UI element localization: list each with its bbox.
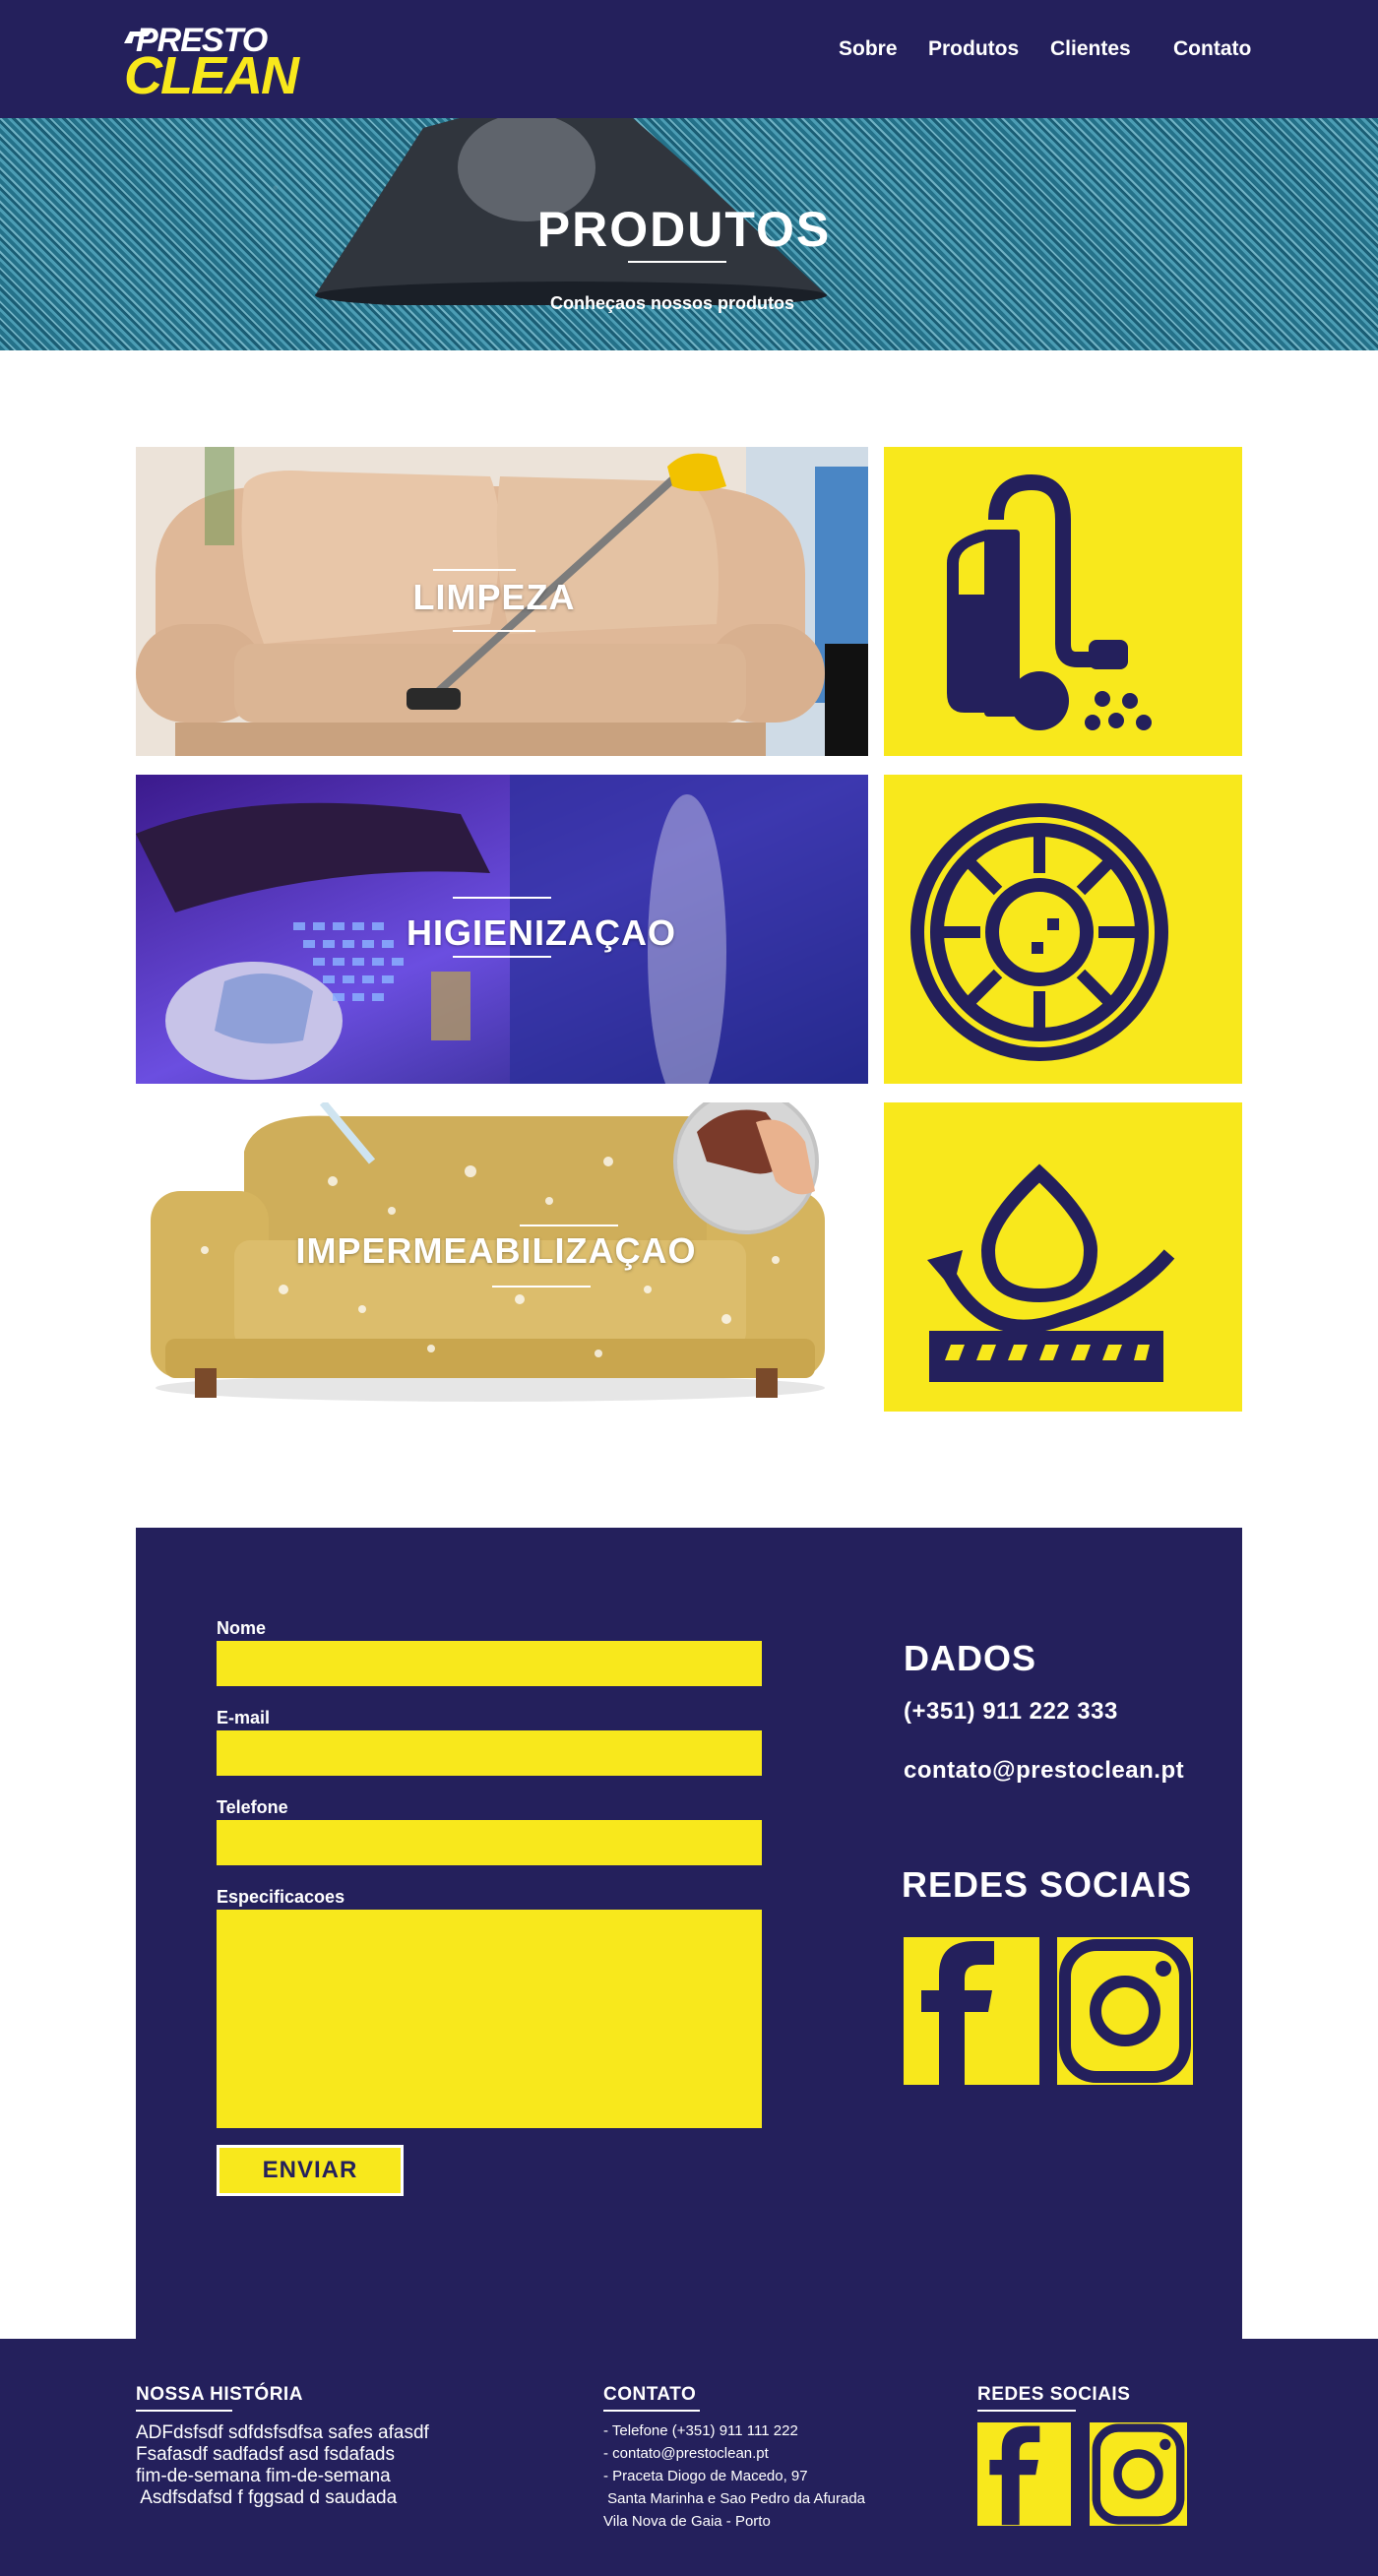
nav-item-contato[interactable]: Contato [1173,37,1251,61]
contact-section: Nome E-mail Telefone Especificacoes ENVI… [136,1528,1242,2339]
contact-line: Vila Nova de Gaia - Porto [603,2513,771,2530]
label-line-top [433,569,516,571]
label-line-bottom [453,630,535,632]
product-icon-box-limpeza[interactable] [884,447,1242,756]
contact-line[interactable]: - contato@prestoclean.pt [603,2442,865,2465]
phone-label: Telefone [217,1797,288,1817]
product-card-higienizacao[interactable]: HIGIENIZAÇAO [136,775,868,1084]
contact-line: - Praceta Diogo de Macedo, 97 [603,2468,808,2484]
send-button[interactable]: ENVIAR [217,2145,404,2196]
story-heading-underline [136,2410,232,2412]
label-line-top [453,897,551,899]
product-label-higienizacao: HIGIENIZAÇAO [406,912,676,953]
label-line-bottom [453,956,551,958]
contact-line: Santa Marinha e Sao Pedro da Afurada [603,2490,866,2507]
info-email[interactable]: contato@prestoclean.pt [904,1757,1184,1785]
instagram-icon [1092,2423,1185,2525]
social-heading: REDES SOCIAIS [902,1864,1193,1905]
label-line-top [520,1225,618,1226]
instagram-button[interactable] [1057,1937,1193,2085]
footer-social-heading: REDES SOCIAIS [977,2384,1131,2405]
product-icon-box-impermeabilizacao[interactable] [884,1102,1242,1412]
story-text: ADFdsfsdf sdfdsfsdfsa safes afasdf Fsafas… [136,2422,429,2509]
footer-facebook-button[interactable] [977,2422,1071,2526]
vacuum-cleaner-icon [947,473,1152,730]
contact-heading: CONTATO [603,2384,697,2405]
presto-clean-logo[interactable]: PRESTO CLEAN [122,20,299,108]
page-subtitle: Conheçaos nossos produtos [549,293,795,313]
product-card-impermeabilizacao[interactable]: IMPERMEABILIZAÇAO [136,1102,868,1412]
specifications-field[interactable] [217,1910,762,2128]
contact-heading-underline [603,2410,700,2412]
facebook-icon [921,1941,994,2085]
product-label-impermeabilizacao: IMPERMEABILIZAÇAO [295,1230,697,1271]
story-line: Fsafasdf sadfadsf asd fsdafads [136,2444,395,2465]
nav-item-sobre[interactable]: Sobre [839,37,898,61]
product-card-limpeza[interactable]: LIMPEZA [136,447,868,756]
phone-field[interactable] [217,1820,762,1865]
hero-banner: PRODUTOS Conheçaos nossos produtos [0,118,1378,350]
footer-social-underline [977,2410,1076,2412]
name-label: Nome [217,1618,267,1638]
waterproof-fabric-icon [927,1163,1175,1382]
story-line: Asdfsdafsd f fggsad d saudada [136,2487,398,2508]
site-footer: NOSSA HISTÓRIA ADFdsfsdf sdfdsfsdfsa saf… [0,2339,1378,2576]
instagram-icon [1059,1939,1191,2083]
specifications-label: Especificacoes [217,1887,345,1907]
product-icon-box-higienizacao[interactable] [884,775,1242,1084]
site-header: PRESTO CLEAN Sobre Produtos Clientes Con… [0,0,1378,118]
story-line: fim-de-semana fim-de-semana [136,2466,391,2486]
name-field[interactable] [217,1641,762,1686]
contact-line: - Telefone (+351) 911 111 222 [603,2422,798,2439]
nav-item-clientes[interactable]: Clientes [1050,37,1131,61]
info-phone: (+351) 911 222 333 [904,1698,1118,1725]
dados-heading: DADOS [904,1638,1037,1678]
email-label: E-mail [217,1708,271,1728]
contact-text: - Telefone (+351) 911 111 222 - contato@p… [603,2419,865,2533]
footer-instagram-button[interactable] [1090,2422,1187,2526]
story-heading: NOSSA HISTÓRIA [136,2384,303,2405]
virus-blocked-icon [910,803,1168,1061]
nav-item-produtos[interactable]: Produtos [928,37,1019,61]
title-underline [628,261,726,263]
logo-text-clean: CLEAN [124,46,299,105]
main-nav: Sobre Produtos Clientes Contato [787,37,1378,63]
page-title: PRODUTOS [536,202,832,257]
facebook-button[interactable] [904,1937,1039,2085]
label-line-bottom [492,1286,591,1288]
product-label-limpeza: LIMPEZA [412,577,576,617]
email-field[interactable] [217,1730,762,1776]
facebook-icon [989,2425,1040,2526]
story-line: ADFdsfsdf sdfdsfsdfsa safes afasdf [136,2422,429,2443]
